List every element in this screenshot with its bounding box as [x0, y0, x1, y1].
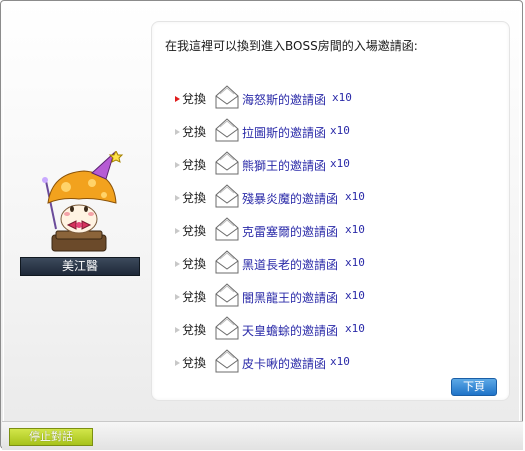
bullet-arrow-icon [175, 162, 180, 168]
invitation-quantity: x10 [345, 322, 365, 335]
exchange-label: 兌換 [182, 224, 207, 238]
envelope-icon [215, 316, 239, 340]
bullet-arrow-icon [175, 228, 180, 234]
exchange-label: 兌換 [182, 290, 207, 304]
exchange-label: 兌換 [182, 257, 207, 271]
bullet-arrow-icon [175, 129, 180, 135]
invitation-item-name[interactable]: 克雷塞爾的邀請函 [242, 223, 338, 240]
invitation-item-name[interactable]: 熊獅王的邀請函 [242, 157, 326, 174]
bullet-arrow-icon [175, 294, 180, 300]
envelope-icon [215, 151, 239, 175]
dialog-prompt: 在我這裡可以換到進入BOSS房間的入場邀請函: [165, 39, 418, 53]
exchange-label: 兌換 [182, 125, 207, 139]
npc-name-plate: 美江醫 [20, 257, 140, 276]
invitation-item-name[interactable]: 海怒斯的邀請函 [242, 91, 326, 108]
invitation-item-name[interactable]: 天皇蟾蜍的邀請函 [242, 322, 338, 339]
exchange-option[interactable]: 兌換 皮卡啾的邀請函 x10 [172, 348, 492, 378]
invitation-item-name[interactable]: 闇黑龍王的邀請函 [242, 289, 338, 306]
invitation-quantity: x10 [345, 190, 365, 203]
envelope-icon [215, 217, 239, 241]
exchange-label: 兌換 [182, 158, 207, 172]
invitation-quantity: x10 [330, 124, 350, 137]
dialog-panel: 在我這裡可以換到進入BOSS房間的入場邀請函: 兌換 海怒斯的邀請函 x10 兌換 拉圖… [151, 21, 510, 401]
exchange-label: 兌換 [182, 191, 207, 205]
exchange-option[interactable]: 兌換 殘暴炎魔的邀請函 x10 [172, 183, 492, 213]
exchange-option[interactable]: 兌換 天皇蟾蜍的邀請函 x10 [172, 315, 492, 345]
selected-arrow-icon [175, 96, 180, 102]
bullet-arrow-icon [175, 360, 180, 366]
bullet-arrow-icon [175, 261, 180, 267]
invitation-quantity: x10 [330, 157, 350, 170]
invitation-quantity: x10 [345, 289, 365, 302]
exchange-option[interactable]: 兌換 闇黑龍王的邀請函 x10 [172, 282, 492, 312]
bullet-arrow-icon [175, 195, 180, 201]
envelope-icon [215, 85, 239, 109]
envelope-icon [215, 250, 239, 274]
invitation-item-name[interactable]: 黑道長老的邀請函 [242, 256, 338, 273]
next-page-button[interactable]: 下頁 [451, 378, 497, 396]
npc-portrait [34, 149, 124, 257]
exchange-label: 兌換 [182, 323, 207, 337]
invitation-item-name[interactable]: 拉圖斯的邀請函 [242, 124, 326, 141]
invitation-quantity: x10 [345, 256, 365, 269]
exchange-option[interactable]: 兌換 黑道長老的邀請函 x10 [172, 249, 492, 279]
end-chat-button[interactable]: 停止對話 [9, 428, 93, 446]
envelope-icon [215, 184, 239, 208]
exchange-option[interactable]: 兌換 熊獅王的邀請函 x10 [172, 150, 492, 180]
invitation-quantity: x10 [345, 223, 365, 236]
invitation-item-name[interactable]: 殘暴炎魔的邀請函 [242, 190, 338, 207]
npc-sprite [42, 149, 124, 252]
invitation-quantity: x10 [330, 355, 350, 368]
npc-dialog-window: 美江醫 在我這裡可以換到進入BOSS房間的入場邀請函: 兌換 海怒斯的邀請函 x10… [0, 0, 523, 450]
exchange-label: 兌換 [182, 92, 207, 106]
exchange-option[interactable]: 兌換 海怒斯的邀請函 x10 [172, 84, 492, 114]
invitation-item-name[interactable]: 皮卡啾的邀請函 [242, 355, 326, 372]
exchange-label: 兌換 [182, 356, 207, 370]
envelope-icon [215, 349, 239, 373]
envelope-icon [215, 283, 239, 307]
exchange-option[interactable]: 兌換 克雷塞爾的邀請函 x10 [172, 216, 492, 246]
exchange-option[interactable]: 兌換 拉圖斯的邀請函 x10 [172, 117, 492, 147]
invitation-quantity: x10 [332, 91, 352, 104]
bullet-arrow-icon [175, 327, 180, 333]
envelope-icon [215, 118, 239, 142]
